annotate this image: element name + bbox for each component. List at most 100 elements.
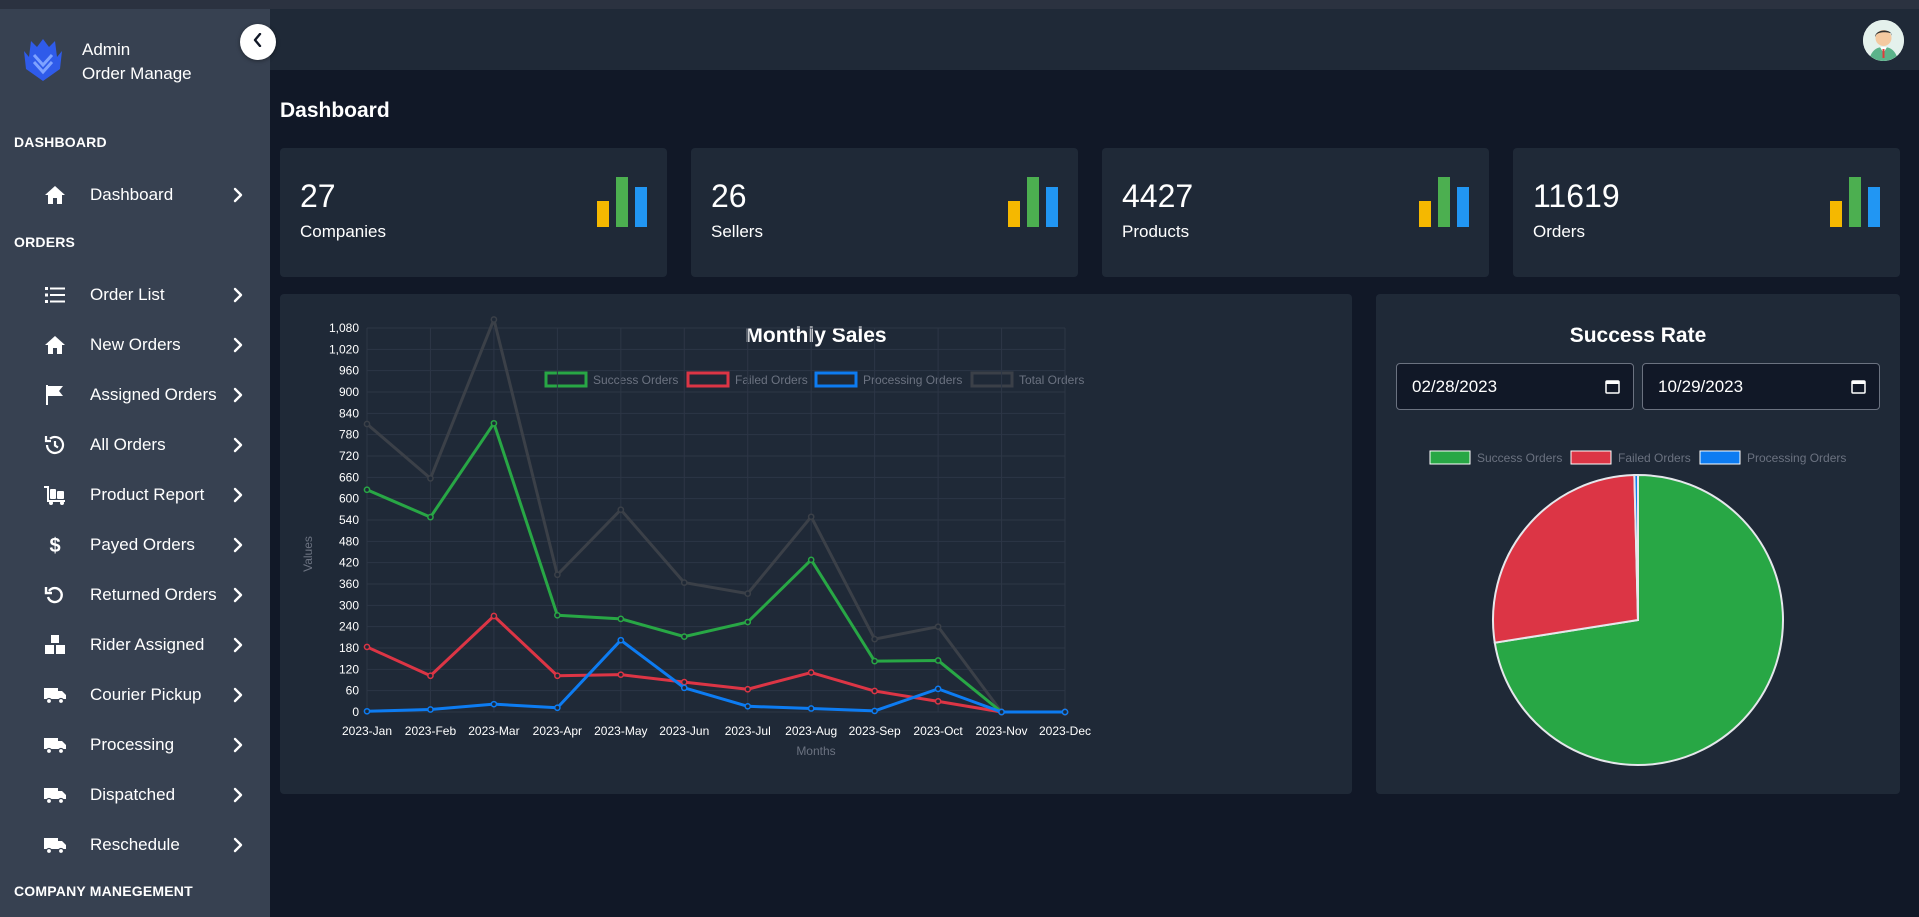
chevron-right-icon (231, 835, 245, 855)
legend-item[interactable]: Processing Orders (1699, 450, 1846, 465)
sidebar-item-payed-orders[interactable]: $ Payed Orders (40, 525, 245, 565)
data-point (934, 623, 942, 631)
dollar-icon: $ (40, 532, 70, 558)
legend-label: Success Orders (1477, 451, 1562, 465)
sidebar-item-label: Processing (90, 735, 175, 754)
stat-value: 11619 (1533, 178, 1620, 214)
y-tick-label: 480 (339, 534, 359, 548)
sidebar-item-new-orders[interactable]: New Orders (40, 325, 245, 365)
monthly-sales-chart: Success Orders Failed Orders Processing Or… (301, 316, 1091, 758)
sidebar-item-label: Dispatched (90, 785, 176, 804)
brand[interactable]: Admin Order Manage (22, 35, 192, 88)
legend-item[interactable]: Processing Orders (814, 371, 962, 388)
legend-label: Processing Orders (1747, 451, 1846, 465)
data-point (363, 643, 371, 651)
date-to-input[interactable]: 10/29/2023 (1642, 363, 1880, 410)
calendar-icon[interactable] (1851, 379, 1866, 399)
data-point (490, 419, 498, 427)
success-rate-pie-chart: Success Orders Failed Orders Processing Or… (1429, 450, 1846, 766)
y-tick-label: 900 (339, 385, 359, 399)
bar-chart-icon (597, 177, 647, 232)
stat-value: 4427 (1122, 178, 1194, 214)
y-tick-label: 960 (339, 364, 359, 378)
data-point (617, 506, 625, 514)
calendar-icon[interactable] (1605, 379, 1620, 399)
stat-card-companies: 27 Companies (280, 148, 667, 277)
stat-value: 27 (300, 178, 336, 214)
y-tick-label: 840 (339, 406, 359, 420)
x-tick-label: 2023-Jun (659, 724, 709, 738)
chevron-right-icon (231, 435, 245, 455)
truck-icon (40, 732, 70, 758)
data-point (554, 672, 561, 680)
legend-item[interactable]: Failed Orders (1570, 450, 1691, 465)
data-point (617, 671, 625, 679)
data-point (617, 615, 625, 623)
user-avatar[interactable] (1863, 20, 1904, 61)
legend-item[interactable]: Success Orders (1429, 450, 1562, 465)
sidebar-item-processing[interactable]: Processing (40, 725, 245, 765)
legend-label: Failed Orders (735, 373, 808, 387)
sidebar-item-product-report[interactable]: Product Report (40, 475, 245, 515)
chevron-right-icon (231, 335, 245, 355)
data-point (554, 611, 561, 619)
sidebar-item-assigned-orders[interactable]: Assigned Orders (40, 375, 245, 415)
data-point (871, 657, 878, 665)
luggage-cart-icon (40, 482, 70, 508)
x-tick-label: 2023-Jul (725, 724, 771, 738)
data-point (744, 590, 752, 597)
y-tick-label: 0 (352, 705, 359, 719)
sidebar-item-label: All Orders (90, 435, 166, 454)
sidebar-item-rider-assigned[interactable]: Rider Assigned (40, 625, 245, 665)
y-tick-label: 1,080 (329, 321, 359, 335)
x-tick-label: 2023-Jan (342, 724, 392, 738)
truck-icon (40, 832, 70, 858)
sidebar-item-returned-orders[interactable]: Returned Orders (40, 575, 245, 615)
data-point (490, 316, 498, 323)
sidebar-item-reschedule[interactable]: Reschedule (40, 825, 245, 865)
legend-item[interactable]: Success Orders (544, 371, 678, 388)
legend-swatch (1699, 450, 1741, 465)
data-point (934, 697, 942, 705)
section-label-company: COMPANY MANEGEMENT (14, 883, 193, 899)
y-tick-label: 240 (339, 620, 359, 634)
x-tick-label: 2023-Aug (785, 724, 837, 738)
x-tick-label: 2023-Sep (849, 724, 901, 738)
sidebar-item-dashboard[interactable]: Dashboard (40, 175, 245, 215)
brand-subtitle: Order Manage (82, 63, 192, 83)
bar-chart-icon (1008, 177, 1058, 232)
data-point (680, 678, 688, 686)
x-tick-label: 2023-Dec (1039, 724, 1091, 738)
sidebar-item-label: New Orders (90, 335, 181, 354)
stat-card-orders: 11619 Orders (1513, 148, 1900, 277)
boxes-icon (40, 632, 70, 658)
data-point (871, 707, 878, 715)
y-tick-label: 720 (339, 449, 359, 463)
sidebar-item-dispatched[interactable]: Dispatched (40, 775, 245, 815)
sidebar-item-order-list[interactable]: Order List (40, 275, 245, 315)
sidebar-item-all-orders[interactable]: All Orders (40, 425, 245, 465)
y-tick-label: 300 (339, 598, 359, 612)
chevron-right-icon (231, 385, 245, 405)
truck-icon (40, 782, 70, 808)
chevron-left-icon (252, 32, 264, 52)
data-point (998, 708, 1005, 716)
x-tick-label: 2023-Mar (468, 724, 519, 738)
y-tick-label: 180 (339, 641, 359, 655)
sidebar-collapse-button[interactable] (240, 24, 276, 60)
sidebar-item-courier-pickup[interactable]: Courier Pickup (40, 675, 245, 715)
y-tick-label: 360 (339, 577, 359, 591)
legend-item[interactable]: Total Orders (970, 371, 1084, 388)
data-point (680, 684, 688, 692)
data-point (871, 635, 878, 643)
date-from-input[interactable]: 02/28/2023 (1396, 363, 1634, 410)
svg-text:$: $ (49, 535, 60, 557)
chevron-right-icon (231, 485, 245, 505)
data-point (1061, 708, 1069, 716)
data-point (807, 513, 815, 521)
y-axis-title: Values (301, 536, 315, 572)
sidebar-item-label: Product Report (90, 485, 205, 504)
data-point (871, 687, 878, 695)
data-point (554, 704, 561, 712)
x-tick-label: 2023-Apr (533, 724, 582, 738)
